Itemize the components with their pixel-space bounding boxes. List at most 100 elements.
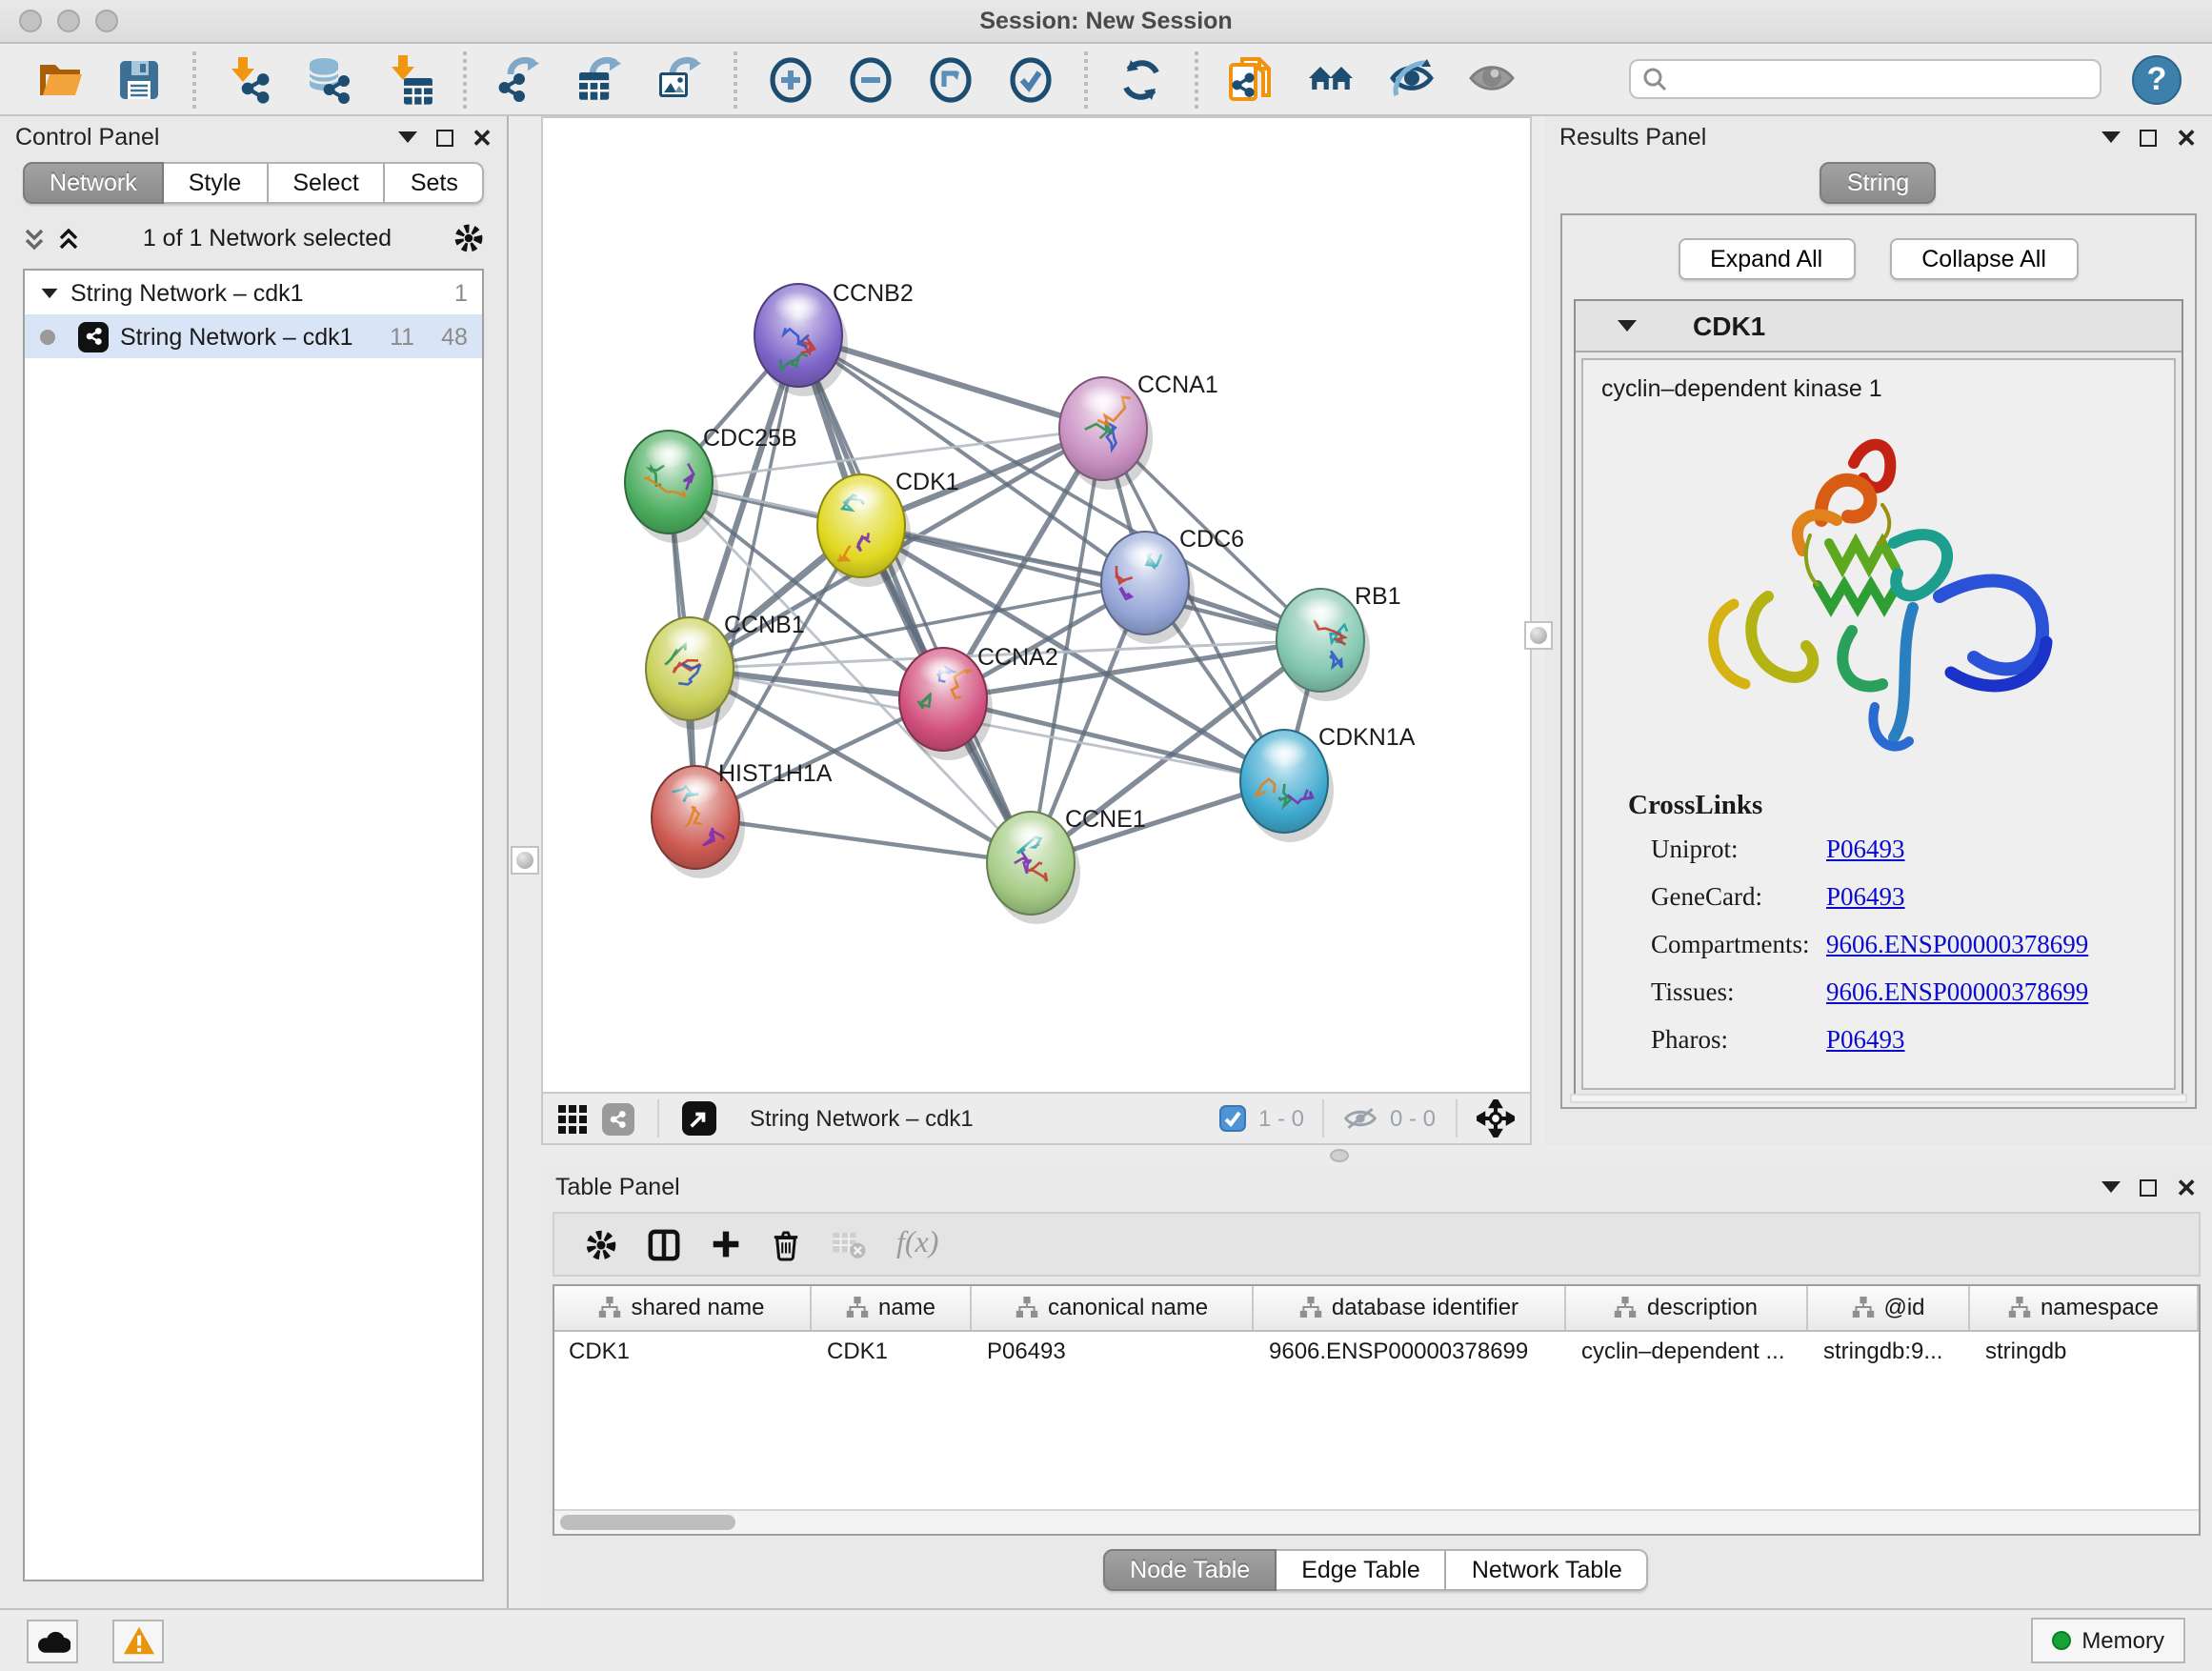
network-node-HIST1H1A[interactable]: HIST1H1A [651,760,832,878]
panel-close-icon[interactable]: ✕ [472,125,493,150]
grid-view-icon[interactable] [557,1104,586,1133]
show-all-icon[interactable] [1459,49,1524,110]
hide-selected-icon[interactable] [1379,49,1444,110]
column-header-id[interactable]: @id [1807,1286,1969,1330]
tab-network-table[interactable]: Network Table [1447,1549,1649,1591]
panel-float-icon[interactable] [435,129,452,146]
zoom-out-icon[interactable] [838,49,903,110]
tab-select[interactable]: Select [268,162,386,204]
node-label: CDC6 [1178,526,1243,553]
search-box[interactable] [1629,59,2101,99]
column-header-namespace[interactable]: namespace [1969,1286,2198,1330]
results-close-icon[interactable]: ✕ [2176,125,2197,150]
table-row[interactable]: CDK1CDK1P064939606.ENSP00000378699cyclin… [553,1330,2198,1372]
collapse-all-button[interactable]: Collapse All [1889,238,2079,280]
network-node-RB1[interactable]: RB1 [1276,583,1400,701]
column-header-canonicalname[interactable]: canonical name [971,1286,1253,1330]
results-menu-icon[interactable] [2101,131,2121,143]
network-row[interactable]: String Network – cdk1 11 48 [25,314,483,358]
tab-string[interactable]: String [1820,162,1936,204]
network-collection-row[interactable]: String Network – cdk1 1 [25,271,483,314]
network-options-gear-icon[interactable] [454,223,485,253]
table-menu-icon[interactable] [2101,1181,2121,1193]
hidden-eye-icon[interactable] [1344,1105,1378,1132]
show-columns-icon[interactable] [647,1228,679,1260]
crosslink-row: Tissues: 9606.ENSP00000378699 [1628,977,2155,1008]
network-canvas[interactable]: CCNB2 CCNA1 CDC25B CDK1 CDC6 RB1 CCNB1 C… [542,118,1529,1092]
network-node-CDK1[interactable]: CDK1 [816,469,958,587]
export-image-icon[interactable] [648,49,713,110]
selected-checkbox-icon[interactable] [1220,1105,1247,1132]
tab-node-table[interactable]: Node Table [1103,1549,1277,1591]
crosslink-link[interactable]: 9606.ENSP00000378699 [1826,977,2088,1008]
network-node-CCNB2[interactable]: CCNB2 [754,280,913,396]
table-scrollbar[interactable] [553,1509,2199,1534]
warning-status-button[interactable] [112,1619,164,1662]
right-splitter[interactable] [1531,116,1544,1145]
results-scrollbar[interactable] [1569,1094,2187,1103]
collapse-all-networks-icon[interactable] [57,226,80,251]
protein-collapse-icon[interactable] [1617,320,1636,332]
table-close-icon[interactable]: ✕ [2176,1175,2197,1199]
zoom-in-icon[interactable] [758,49,823,110]
export-network-icon[interactable] [488,49,553,110]
results-float-icon[interactable] [2140,129,2157,146]
network-label: String Network – cdk1 [120,323,353,350]
table-scrollbar-thumb[interactable] [559,1515,734,1530]
homes-icon[interactable] [1299,49,1364,110]
help-button[interactable]: ? [2132,54,2182,104]
birds-eye-icon[interactable] [1476,1099,1514,1137]
zoom-fit-icon[interactable] [918,49,983,110]
column-header-name[interactable]: name [811,1286,971,1330]
import-network-file-icon[interactable] [217,49,282,110]
network-snapshot-icon[interactable] [1219,49,1284,110]
tab-sets[interactable]: Sets [386,162,485,204]
memory-button[interactable]: Memory [2030,1618,2185,1663]
open-file-icon[interactable] [27,49,91,110]
crosslink-link[interactable]: P06493 [1826,882,1905,913]
tab-edge-table[interactable]: Edge Table [1277,1549,1447,1591]
expand-all-button[interactable]: Expand All [1678,238,1855,280]
network-node-CCNA1[interactable]: CCNA1 [1058,372,1217,490]
horizontal-splitter[interactable] [540,1145,2212,1166]
column-header-sharedname[interactable]: shared name [553,1286,811,1330]
expand-all-networks-icon[interactable] [23,226,46,251]
network-edge[interactable] [694,817,1030,863]
minimize-window-button[interactable] [57,10,80,32]
crosslink-link[interactable]: 9606.ENSP00000378699 [1826,930,2088,960]
network-node-CDKN1A[interactable]: CDKN1A [1239,724,1415,842]
crosslink-link[interactable]: P06493 [1826,1025,1905,1056]
import-network-database-icon[interactable] [297,49,362,110]
crosslink-link[interactable]: P06493 [1826,835,1905,865]
export-table-icon[interactable] [568,49,633,110]
table-settings-gear-icon[interactable] [584,1228,616,1260]
string-view-icon[interactable] [601,1102,633,1135]
search-input[interactable] [1675,64,2088,94]
column-header-databaseidentifier[interactable]: database identifier [1253,1286,1565,1330]
panel-menu-icon[interactable] [397,131,416,143]
add-column-icon[interactable] [710,1229,740,1259]
delete-column-trash-icon[interactable] [771,1228,799,1260]
right-splitter-handle[interactable] [1523,621,1552,650]
save-session-icon[interactable] [107,49,171,110]
protein-section-header[interactable]: CDK1 [1575,301,2182,352]
import-table-icon[interactable] [377,49,442,110]
zoom-window-button[interactable] [95,10,118,32]
network-node-CCNE1[interactable]: CCNE1 [986,806,1145,924]
left-splitter-handle[interactable] [512,846,540,875]
left-splitter[interactable] [510,116,540,1608]
refresh-view-icon[interactable] [1109,49,1174,110]
network-node-CCNA2[interactable]: CCNA2 [898,644,1057,760]
network-edge[interactable] [694,335,797,817]
network-edge[interactable] [797,335,1030,863]
close-window-button[interactable] [19,10,42,32]
zoom-selected-icon[interactable] [998,49,1063,110]
horizontal-splitter-handle[interactable] [1329,1149,1348,1162]
table-float-icon[interactable] [2140,1178,2157,1196]
cloud-status-button[interactable] [27,1619,78,1662]
collection-expand-icon[interactable] [42,288,58,297]
detach-view-icon[interactable] [681,1101,715,1136]
tab-network[interactable]: Network [23,162,164,204]
column-header-description[interactable]: description [1565,1286,1807,1330]
tab-style[interactable]: Style [164,162,269,204]
